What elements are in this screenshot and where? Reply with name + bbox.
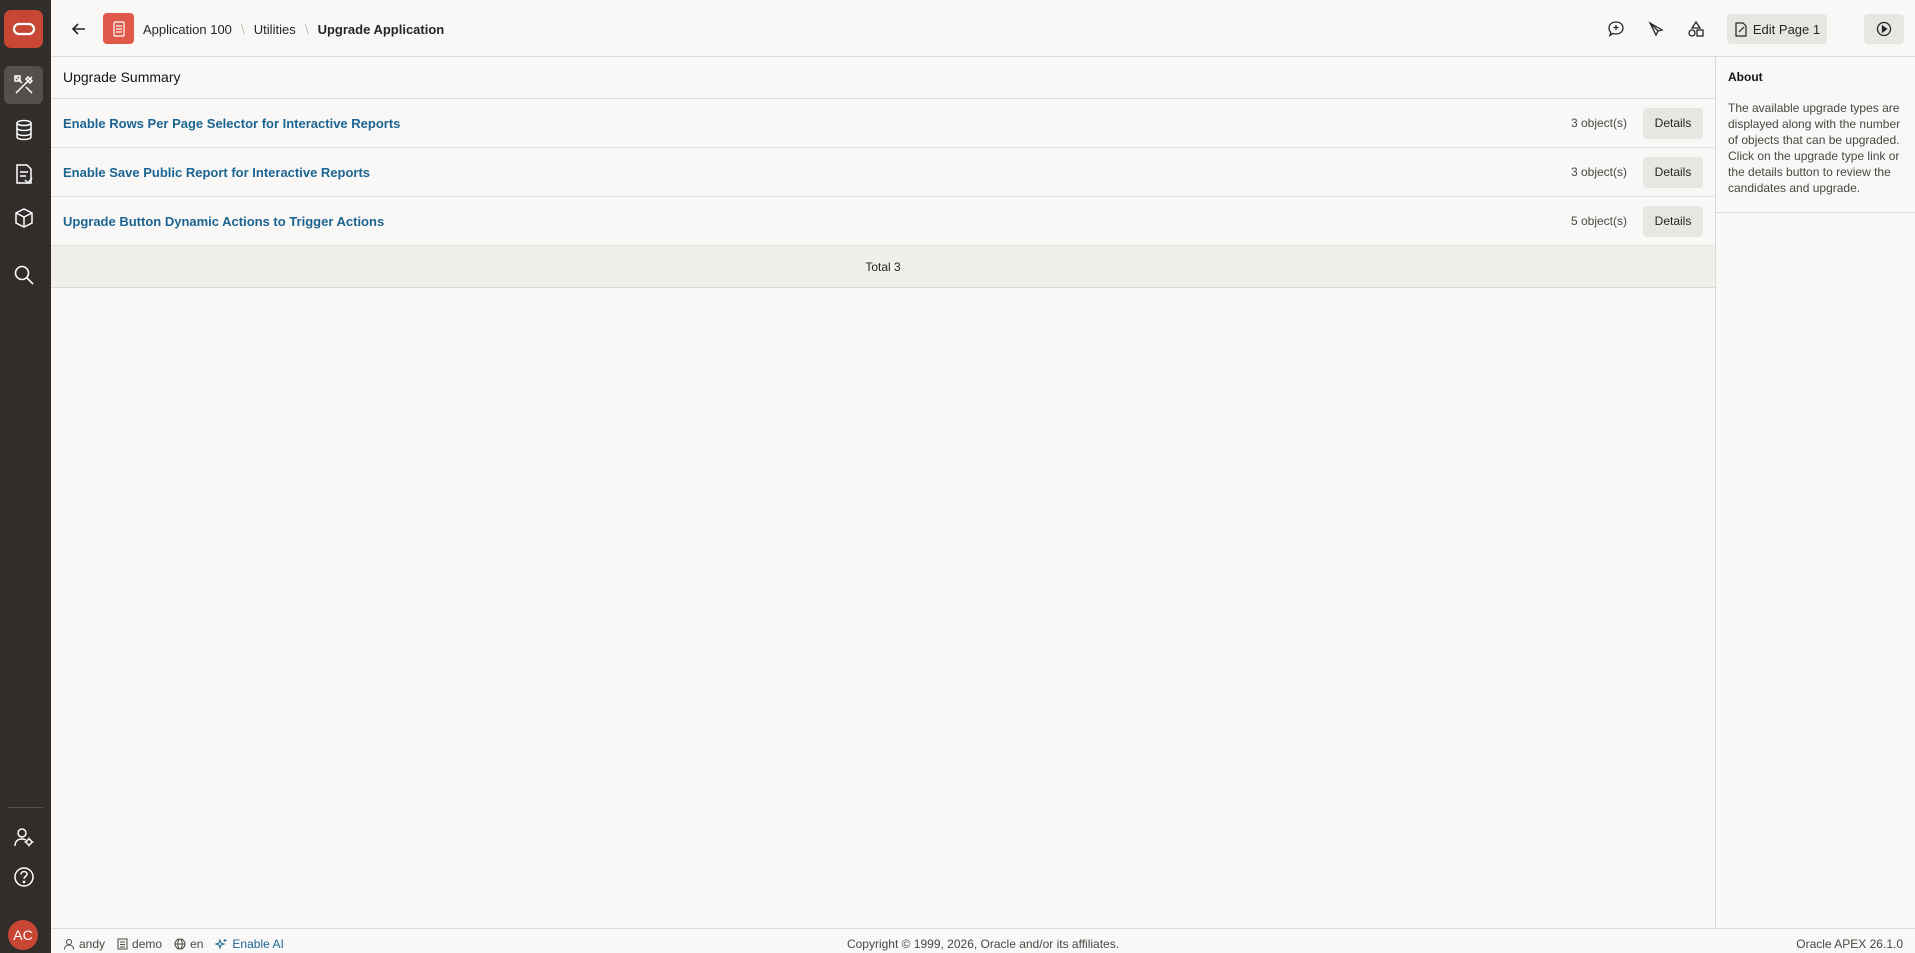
application-icon[interactable] bbox=[103, 13, 134, 44]
upgrade-row: Enable Rows Per Page Selector for Intera… bbox=[51, 99, 1715, 148]
object-count: 3 object(s) bbox=[1570, 165, 1627, 179]
edit-page-label: Edit Page 1 bbox=[1752, 21, 1821, 37]
about-text: The available upgrade types are displaye… bbox=[1728, 101, 1901, 195]
upgrade-row: Upgrade Button Dynamic Actions to Trigge… bbox=[51, 197, 1715, 246]
avatar[interactable]: AC bbox=[8, 920, 38, 950]
feedback-icon[interactable] bbox=[1604, 17, 1628, 41]
about-region: About The available upgrade types are di… bbox=[1716, 57, 1915, 213]
breadcrumb-application[interactable]: Application 100 bbox=[143, 22, 232, 37]
breadcrumb: Application 100 \ Utilities \ Upgrade Ap… bbox=[143, 21, 444, 37]
breadcrumb-utilities[interactable]: Utilities bbox=[254, 22, 296, 37]
breadcrumb-current: Upgrade Application bbox=[317, 21, 445, 37]
help-icon[interactable] bbox=[4, 858, 43, 896]
nav-divider bbox=[8, 807, 43, 808]
team-development-icon[interactable] bbox=[4, 155, 43, 193]
breadcrumb-separator: \ bbox=[240, 21, 245, 37]
upgrade-type-link[interactable]: Enable Rows Per Page Selector for Intera… bbox=[63, 116, 400, 131]
main-region: Upgrade Summary Enable Rows Per Page Sel… bbox=[51, 57, 1715, 928]
play-icon bbox=[1876, 21, 1892, 37]
administration-icon[interactable] bbox=[4, 818, 43, 856]
run-page-button[interactable] bbox=[1864, 14, 1904, 44]
upgrade-type-link[interactable]: Enable Save Public Report for Interactiv… bbox=[63, 165, 370, 180]
gallery-icon[interactable] bbox=[4, 199, 43, 237]
version: Oracle APEX 26.1.0 bbox=[1796, 937, 1903, 951]
back-arrow-icon[interactable] bbox=[67, 17, 91, 41]
search-icon[interactable] bbox=[4, 256, 43, 294]
shared-components-icon[interactable] bbox=[1684, 17, 1708, 41]
region-title: Upgrade Summary bbox=[51, 57, 1715, 99]
left-nav: AC bbox=[0, 0, 51, 953]
upgrade-type-link[interactable]: Upgrade Button Dynamic Actions to Trigge… bbox=[63, 214, 384, 229]
sql-workshop-icon[interactable] bbox=[4, 111, 43, 149]
object-count: 5 object(s) bbox=[1570, 214, 1627, 228]
details-button[interactable]: Details bbox=[1643, 205, 1703, 237]
details-button[interactable]: Details bbox=[1643, 156, 1703, 188]
copyright: Copyright © 1999, 2026, Oracle and/or it… bbox=[846, 937, 1120, 951]
edit-page-icon bbox=[1735, 21, 1747, 37]
oracle-logo[interactable] bbox=[4, 10, 43, 48]
total-row: Total 3 bbox=[51, 246, 1715, 288]
details-button[interactable]: Details bbox=[1643, 107, 1703, 139]
object-count: 3 object(s) bbox=[1570, 116, 1627, 130]
page-footer: andy demo en Enable AI Copyright © 1999,… bbox=[51, 928, 1915, 953]
app-builder-icon[interactable] bbox=[4, 66, 43, 104]
edit-page-button[interactable]: Edit Page 1 bbox=[1727, 14, 1827, 44]
about-title: About bbox=[1728, 70, 1763, 84]
about-panel: About The available upgrade types are di… bbox=[1715, 57, 1915, 928]
page-header: Application 100 \ Utilities \ Upgrade Ap… bbox=[51, 0, 1915, 57]
quick-sql-icon[interactable] bbox=[1644, 17, 1668, 41]
upgrade-row: Enable Save Public Report for Interactiv… bbox=[51, 148, 1715, 197]
breadcrumb-separator: \ bbox=[304, 21, 309, 37]
